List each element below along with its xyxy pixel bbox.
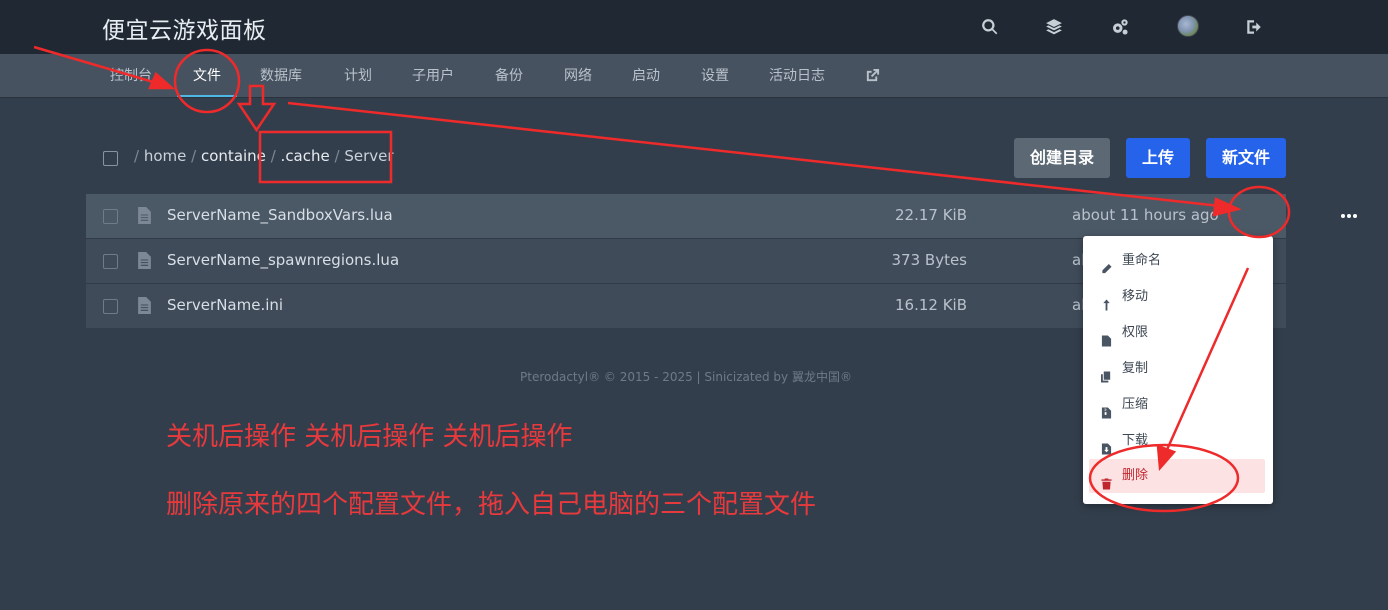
file-code-icon [1101,327,1112,347]
menu-rename-label: 重命名 [1122,253,1162,268]
tab-activity-log[interactable]: 活动日志 [769,54,825,98]
sign-out-icon[interactable] [1241,14,1267,40]
file-name[interactable]: ServerName_SandboxVars.lua [167,206,393,224]
menu-compress[interactable]: 压缩 [1089,388,1265,422]
avatar[interactable] [1177,15,1199,37]
file-size: 373 Bytes [891,251,968,269]
tab-backups[interactable]: 备份 [495,54,523,98]
copy-icon [1101,363,1112,383]
pencil-icon [1101,255,1112,274]
file-name[interactable]: ServerName_spawnregions.lua [167,251,399,269]
menu-delete[interactable]: 删除 [1089,459,1265,493]
file-archive-icon [1101,399,1112,419]
breadcrumb-separator: / [134,147,140,165]
file-icon [138,207,151,224]
new-file-button[interactable]: 新文件 [1206,138,1286,178]
trash-icon [1101,470,1112,490]
annotation-line-1: 关机后操作 关机后操作 关机后操作 [166,422,573,452]
tab-settings[interactable]: 设置 [701,54,729,98]
upload-button[interactable]: 上传 [1126,138,1190,178]
layers-icon[interactable] [1041,14,1067,40]
breadcrumb-separator: / [270,147,276,165]
active-tab-indicator [177,95,237,97]
file-size: 16.12 KiB [894,296,967,314]
search-icon[interactable] [977,14,1003,40]
create-directory-button[interactable]: 创建目录 [1014,138,1110,178]
tab-databases[interactable]: 数据库 [260,54,302,98]
menu-move-label: 移动 [1122,289,1149,304]
external-link-icon[interactable] [865,68,880,84]
file-row[interactable]: ServerName_SandboxVars.lua 22.17 KiB abo… [86,194,1357,238]
menu-download-label: 下载 [1122,433,1149,448]
tab-console[interactable]: 控制台 [110,54,152,98]
menu-move[interactable]: 移动 [1089,280,1265,314]
file-context-menu: 重命名 移动 权限 复制 压缩 下载 删除 [1083,236,1273,504]
breadcrumb: / home / containe / .cache / Server [134,147,394,165]
menu-permissions-label: 权限 [1122,325,1149,340]
breadcrumb-cache[interactable]: .cache [281,147,330,165]
file-icon [138,252,151,269]
menu-delete-label: 删除 [1122,468,1149,483]
level-up-icon [1101,291,1112,311]
annotation-line-2: 删除原来的四个配置文件，拖入自己电脑的三个配置文件 [166,490,817,520]
file-name[interactable]: ServerName.ini [167,296,283,314]
file-modified: about 11 hours ago [1072,206,1219,224]
app-title[interactable]: 便宜云游戏面板 [102,11,267,45]
file-size: 22.17 KiB [894,206,967,224]
tab-subusers[interactable]: 子用户 [412,54,454,98]
breadcrumb-server: Server [344,147,394,165]
tab-schedules[interactable]: 计划 [344,54,372,98]
menu-copy-label: 复制 [1122,361,1149,376]
menu-compress-label: 压缩 [1122,397,1149,412]
file-checkbox[interactable] [103,254,118,269]
cogs-icon[interactable] [1107,14,1133,40]
tab-files[interactable]: 文件 [193,54,221,98]
menu-copy[interactable]: 复制 [1089,352,1265,386]
menu-permissions[interactable]: 权限 [1089,316,1265,350]
breadcrumb-container[interactable]: containe [201,147,266,165]
breadcrumb-separator: / [191,147,197,165]
file-checkbox[interactable] [103,299,118,314]
breadcrumb-separator: / [334,147,340,165]
breadcrumb-home[interactable]: home [144,147,187,165]
select-all-checkbox[interactable] [103,151,118,166]
top-bar: 便宜云游戏面板 [0,0,1388,54]
file-checkbox[interactable] [103,209,118,224]
file-icon [138,297,151,314]
tab-startup[interactable]: 启动 [632,54,660,98]
file-actions-button[interactable] [1335,204,1363,228]
file-download-icon [1101,435,1112,455]
menu-download[interactable]: 下载 [1089,424,1265,458]
server-subnav: 控制台 文件 数据库 计划 子用户 备份 网络 启动 设置 活动日志 [0,54,1388,98]
tab-network[interactable]: 网络 [564,54,592,98]
menu-rename[interactable]: 重命名 [1089,244,1265,278]
